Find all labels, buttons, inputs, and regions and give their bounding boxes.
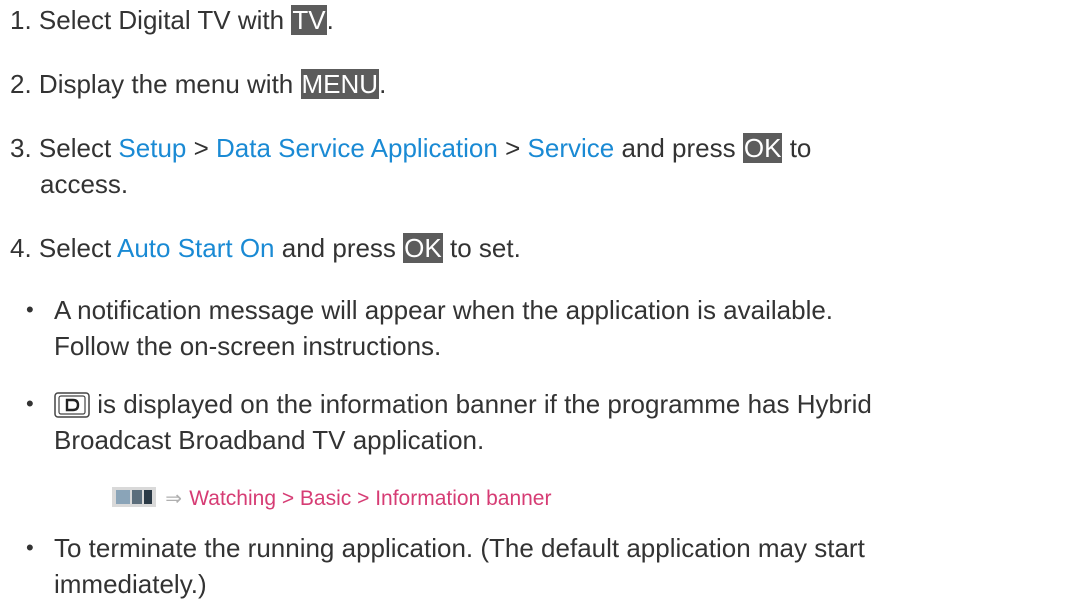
apps-icon: [110, 483, 158, 509]
step-text-end: .: [326, 5, 334, 35]
bullet-2-line-2: Broadcast Broadband TV application.: [54, 422, 484, 458]
auto-start-on-link[interactable]: Auto Start On: [117, 233, 275, 263]
bullet-text: A notification message will appear when …: [54, 295, 834, 325]
bullet-marker: •: [26, 297, 34, 322]
step-number: 3.: [10, 133, 32, 163]
bullet-text: Follow the on-screen instructions.: [54, 331, 442, 361]
step-3-continued: access.: [40, 166, 128, 202]
bullet-text: immediately.): [54, 569, 207, 599]
path-separator: >: [505, 133, 521, 163]
step-text: access.: [40, 169, 129, 199]
step-text: Select Digital TV with: [38, 5, 285, 35]
information-banner-reference-link[interactable]: Watching > Basic > Information banner: [189, 487, 551, 510]
step-text-end: .: [379, 69, 387, 99]
bullet-1-line-1: A notification message will appear when …: [54, 292, 833, 328]
bullet-text: Broadcast Broadband TV application.: [54, 425, 485, 455]
step-number: 1.: [10, 5, 32, 35]
bullet-3-line-1: To terminate the running application. (T…: [54, 530, 865, 566]
bullet-text: is displayed on the information banner i…: [97, 389, 872, 419]
right-arrow-icon: ⇒: [165, 488, 182, 510]
tv-key: TV: [291, 5, 327, 35]
step-text: to: [789, 133, 812, 163]
step-2: 2. Display the menu with MENU.: [10, 66, 386, 102]
step-4: 4. Select Auto Start On and press OK to …: [10, 230, 521, 266]
setup-link[interactable]: Setup: [118, 133, 186, 163]
step-text: to set.: [449, 233, 521, 263]
step-1: 1. Select Digital TV with TV.: [10, 2, 334, 38]
menu-key: MENU: [300, 69, 380, 99]
service-link[interactable]: Service: [528, 133, 615, 163]
bullet-1-line-2: Follow the on-screen instructions.: [54, 328, 441, 364]
step-text: Select: [38, 233, 112, 263]
step-text: and press: [621, 133, 736, 163]
bullet-marker: •: [26, 535, 34, 560]
d-banner-icon: [54, 391, 90, 418]
step-text: Select: [38, 133, 112, 163]
step-number: 2.: [10, 69, 32, 99]
step-3: 3. Select Setup > Data Service Applicati…: [10, 130, 811, 166]
bullet-marker: •: [26, 391, 34, 416]
step-text: Display the menu with: [38, 69, 294, 99]
data-service-application-link[interactable]: Data Service Application: [216, 133, 498, 163]
step-text: and press: [281, 233, 396, 263]
ok-key: OK: [742, 133, 783, 163]
bullet-3-line-2: immediately.): [54, 566, 207, 602]
step-number: 4.: [10, 233, 32, 263]
instruction-page: 1. Select Digital TV with TV. 2. Display…: [0, 0, 1072, 602]
path-separator: >: [193, 133, 209, 163]
reference-line: ⇒ Watching > Basic > Information banner: [110, 478, 551, 517]
bullet-text: To terminate the running application. (T…: [54, 533, 865, 563]
bullet-2-line-1: is displayed on the information banner i…: [54, 386, 872, 422]
ok-key: OK: [403, 233, 443, 263]
